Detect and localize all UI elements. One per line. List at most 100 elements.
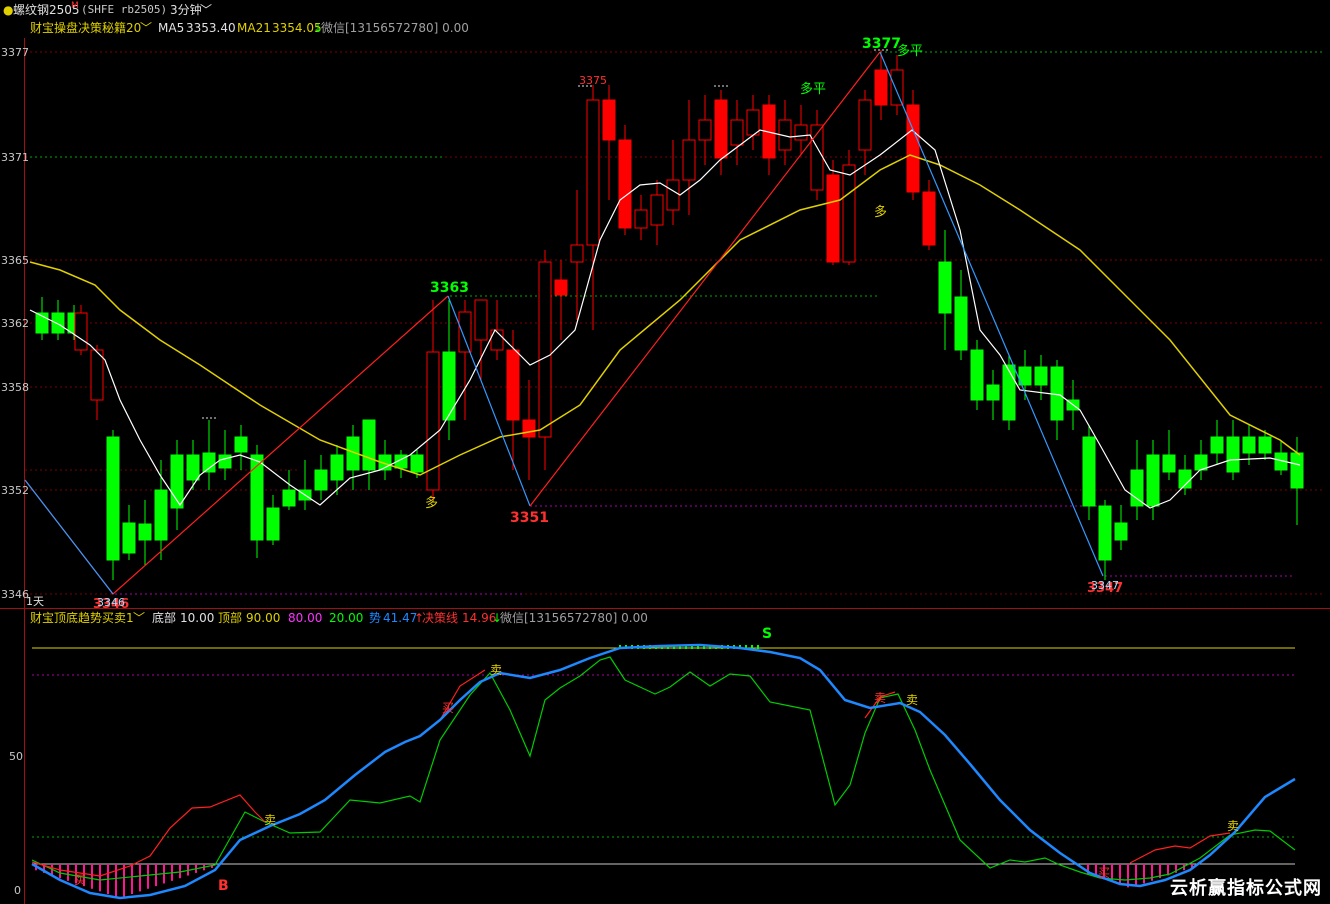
price-tick-label: 3352 xyxy=(1,484,29,497)
ma21-line xyxy=(29,154,1301,476)
candle-body xyxy=(826,174,840,263)
signal-b: B xyxy=(218,878,229,894)
candle-body xyxy=(90,349,104,401)
candle-body xyxy=(586,99,600,246)
low-label: 3347 xyxy=(1091,579,1119,592)
candle-body xyxy=(266,507,280,541)
candle-body xyxy=(410,454,424,473)
candle-body xyxy=(122,522,136,554)
candle-body xyxy=(842,164,856,263)
bottom-label: 底部 xyxy=(152,611,177,625)
price-tick-label: 3358 xyxy=(1,381,29,394)
candle-body xyxy=(1242,436,1256,454)
top-value: 90.00 xyxy=(246,611,281,625)
zigzag-down-line xyxy=(879,51,1104,577)
candle-body xyxy=(986,384,1000,401)
ma5-line xyxy=(29,129,1301,509)
price-tick-label: 3362 xyxy=(1,317,29,330)
candle-body xyxy=(618,139,632,229)
candle-body xyxy=(154,489,168,541)
signal-buy: 买 xyxy=(1098,866,1110,880)
trend-value: 41.47 xyxy=(383,611,418,625)
sub-indicator-name[interactable]: 财宝顶底趋势买卖1 xyxy=(30,609,134,627)
candle-body xyxy=(234,436,248,453)
candle-body xyxy=(858,99,872,151)
candle-body xyxy=(938,261,952,314)
candle-body xyxy=(874,69,888,106)
candle-body xyxy=(282,489,296,507)
oscillator-green-line xyxy=(31,656,1296,881)
candle-body xyxy=(202,452,216,473)
candle-body xyxy=(538,261,552,438)
candle-body xyxy=(1098,505,1112,561)
sub-indicator-chevron-icon[interactable]: ﹀ xyxy=(133,609,145,627)
candle-body xyxy=(1226,436,1240,473)
value-20: 20.00 xyxy=(329,611,364,625)
candle-body xyxy=(218,454,232,469)
signal-sell: 卖 xyxy=(1227,819,1239,833)
candle-body xyxy=(730,119,744,146)
candle-body xyxy=(314,469,328,491)
candle-body xyxy=(74,312,88,351)
signal-sell: 卖 xyxy=(874,691,886,705)
bottom-value: 10.00 xyxy=(180,611,215,625)
candle-body xyxy=(442,351,456,421)
high-label: 3375 xyxy=(579,74,607,87)
candle-body xyxy=(794,124,808,141)
candle-body xyxy=(522,419,536,438)
candle-body xyxy=(1162,454,1176,473)
candle-body xyxy=(106,436,120,561)
value-80: 80.00 xyxy=(288,611,323,625)
sub-axis-tick: 0 xyxy=(14,884,21,897)
candle-body xyxy=(890,69,904,106)
candle-body xyxy=(906,104,920,193)
candle-body xyxy=(746,109,760,136)
price-tick-label: 3371 xyxy=(1,151,29,164)
signal-buy: 买 xyxy=(74,873,86,887)
candle-body xyxy=(458,311,472,353)
kline-chart[interactable]: 3377 3371 3365 3362 3358 3352 3346 3377 3375 3363… xyxy=(0,0,1330,904)
candle-body xyxy=(922,191,936,246)
candle-body xyxy=(1146,454,1160,507)
signal-sell: 卖 xyxy=(264,813,276,827)
trend-blue-line xyxy=(31,643,1296,900)
low-label: 3351 xyxy=(510,510,549,526)
signal-duo-ping: 多平 xyxy=(897,43,923,59)
price-tick-label: 3365 xyxy=(1,254,29,267)
candle-body xyxy=(970,349,984,401)
candle-body xyxy=(682,139,696,181)
signal-sell: 卖 xyxy=(490,663,502,677)
candle-body xyxy=(474,299,488,341)
sub-wechat-text: 微信[13156572780] 0.00 xyxy=(500,611,648,625)
sub-axis-tick: 50 xyxy=(9,750,23,763)
candle-body xyxy=(330,454,344,481)
sub-indicator-legend: 财宝顶底趋势买卖1 ﹀ 底部 10.00 顶部 90.00 80.00 20.0… xyxy=(0,609,1330,627)
signal-duo: 多 xyxy=(425,495,438,511)
time-label: 1天 xyxy=(26,595,44,608)
oscillator-red-line xyxy=(1129,832,1231,864)
candle-body xyxy=(570,244,584,263)
candle-body xyxy=(1210,436,1224,454)
signal-buy: 买 xyxy=(442,701,454,715)
candle-body xyxy=(1114,522,1128,541)
candle-body xyxy=(138,523,152,541)
candle-body xyxy=(250,454,264,541)
zigzag-down-line xyxy=(24,479,114,595)
candle-body xyxy=(362,419,376,471)
signal-s: S xyxy=(762,626,772,642)
candle-body xyxy=(51,312,65,334)
decision-label: 决策线 xyxy=(422,611,459,625)
candle-body xyxy=(506,349,520,421)
peak-label: 3363 xyxy=(430,280,469,296)
top-label: 顶部 xyxy=(218,611,243,625)
candle-body xyxy=(602,99,616,141)
low-label: 3346 xyxy=(97,596,125,609)
candle-body xyxy=(650,194,664,226)
signal-sell: 卖 xyxy=(906,693,918,707)
trend-label: 势 xyxy=(369,611,382,625)
price-tick-label: 3346 xyxy=(1,588,29,601)
candle-body xyxy=(554,279,568,296)
candle-body xyxy=(490,329,504,351)
high-label: 3377 xyxy=(862,36,901,52)
candle-body xyxy=(1002,364,1016,421)
